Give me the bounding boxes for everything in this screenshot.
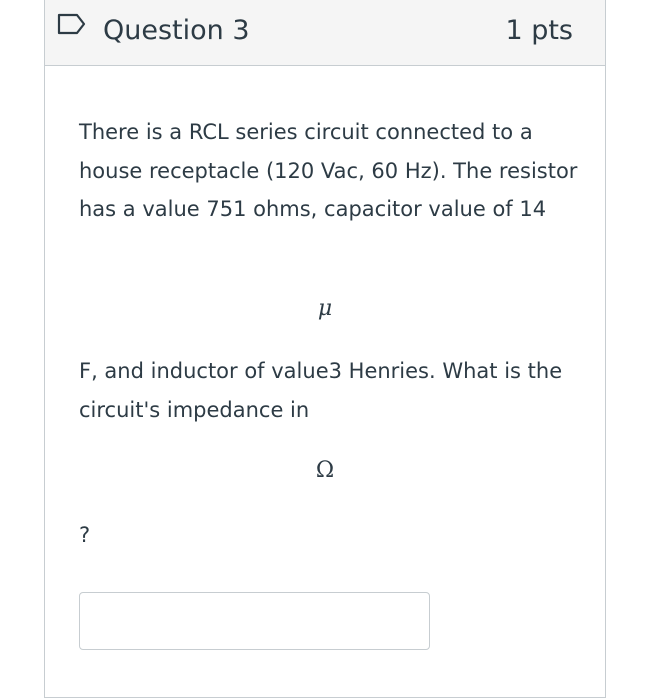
question-header: Question 3 1 pts — [45, 0, 605, 66]
mu-symbol: μ — [317, 296, 333, 321]
answer-input[interactable] — [79, 592, 430, 650]
question-text-part1: There is a RCL series circuit connected … — [79, 120, 578, 221]
flag-question-icon[interactable] — [57, 13, 87, 35]
question-text-part2: F, and inductor of value3 Henries. What … — [79, 359, 563, 422]
question-text-part3: ? — [79, 523, 91, 547]
omega-symbol: Ω — [315, 458, 335, 483]
question-points: 1 pts — [505, 15, 573, 46]
question-title: Question 3 — [103, 15, 250, 46]
question-card: Question 3 1 pts There is a RCL series c… — [44, 0, 606, 698]
